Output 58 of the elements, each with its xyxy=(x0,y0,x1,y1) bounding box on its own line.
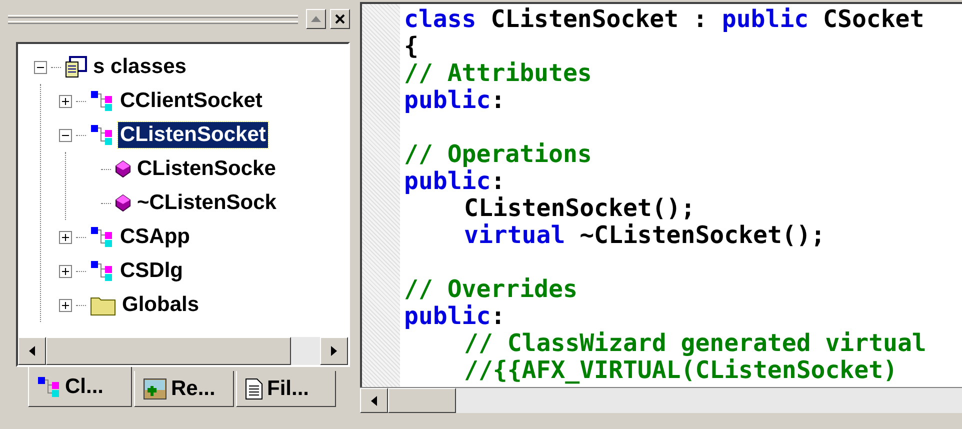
up-arrow-icon xyxy=(311,16,321,22)
plus-icon xyxy=(61,300,70,310)
scroll-left-button[interactable] xyxy=(360,388,388,413)
class-icon xyxy=(90,90,114,112)
code-line: // Overrides xyxy=(404,276,578,303)
class-icon xyxy=(90,226,114,248)
horizontal-scrollbar[interactable] xyxy=(18,337,348,365)
maximize-button[interactable] xyxy=(306,9,326,29)
panel-tab[interactable]: Re... xyxy=(134,371,234,407)
tree-item[interactable]: Globals xyxy=(120,292,202,318)
tree-item[interactable]: CListenSocket xyxy=(118,122,268,148)
class-icon xyxy=(37,376,61,398)
code-line: virtual ~CListenSocket(); xyxy=(464,222,826,249)
expand-toggle[interactable] xyxy=(59,230,72,244)
left-arrow-icon xyxy=(29,346,35,356)
expand-toggle[interactable] xyxy=(59,94,72,108)
panel-tab[interactable]: Fil... xyxy=(236,371,336,407)
right-arrow-icon xyxy=(331,346,337,356)
class-icon xyxy=(90,260,114,282)
plus-icon xyxy=(61,266,70,276)
tree-item[interactable]: CSDlg xyxy=(118,258,185,284)
diamond-icon xyxy=(115,194,131,212)
editor-scrollbar[interactable] xyxy=(360,387,962,413)
resource-icon xyxy=(143,378,167,400)
document-icon xyxy=(245,378,263,400)
scroll-thumb[interactable] xyxy=(388,388,456,413)
expand-toggle[interactable] xyxy=(59,264,72,278)
close-icon xyxy=(335,14,345,24)
code-line: public: xyxy=(404,87,506,114)
expand-toggle[interactable] xyxy=(59,298,72,312)
tree-item[interactable]: ~CListenSock xyxy=(135,190,278,216)
code-line: CListenSocket(); xyxy=(464,195,696,222)
scroll-thumb[interactable] xyxy=(46,337,291,365)
diamond-icon xyxy=(115,160,131,178)
tree-item[interactable]: CSApp xyxy=(118,224,192,250)
code-line: { xyxy=(404,33,418,60)
left-arrow-icon xyxy=(371,396,377,406)
code-line: public: xyxy=(404,303,506,330)
gripper[interactable] xyxy=(8,14,298,24)
class-icon xyxy=(90,124,114,146)
collapse-toggle[interactable] xyxy=(59,128,72,142)
class-view-icon xyxy=(65,56,87,78)
code-line: public: xyxy=(404,168,506,195)
plus-icon xyxy=(61,232,70,242)
code-line: // ClassWizard generated virtual xyxy=(464,330,926,357)
collapse-toggle[interactable] xyxy=(34,60,47,74)
tree-item[interactable]: s classes xyxy=(91,54,188,80)
close-button[interactable] xyxy=(330,9,350,29)
code-line: //{{AFX_VIRTUAL(CListenSocket) xyxy=(464,357,898,384)
code-line: class CListenSocket : public CSocket xyxy=(404,6,924,33)
code-line: // Attributes xyxy=(404,60,592,87)
scroll-right-button[interactable] xyxy=(320,337,348,365)
tree-item[interactable]: CClientSocket xyxy=(118,88,264,114)
code-line: // Operations xyxy=(404,141,592,168)
panel-tab[interactable]: Cl... xyxy=(28,367,132,407)
scroll-left-button[interactable] xyxy=(18,337,46,365)
plus-icon xyxy=(61,96,70,106)
tree-item[interactable]: CListenSocke xyxy=(135,156,278,182)
